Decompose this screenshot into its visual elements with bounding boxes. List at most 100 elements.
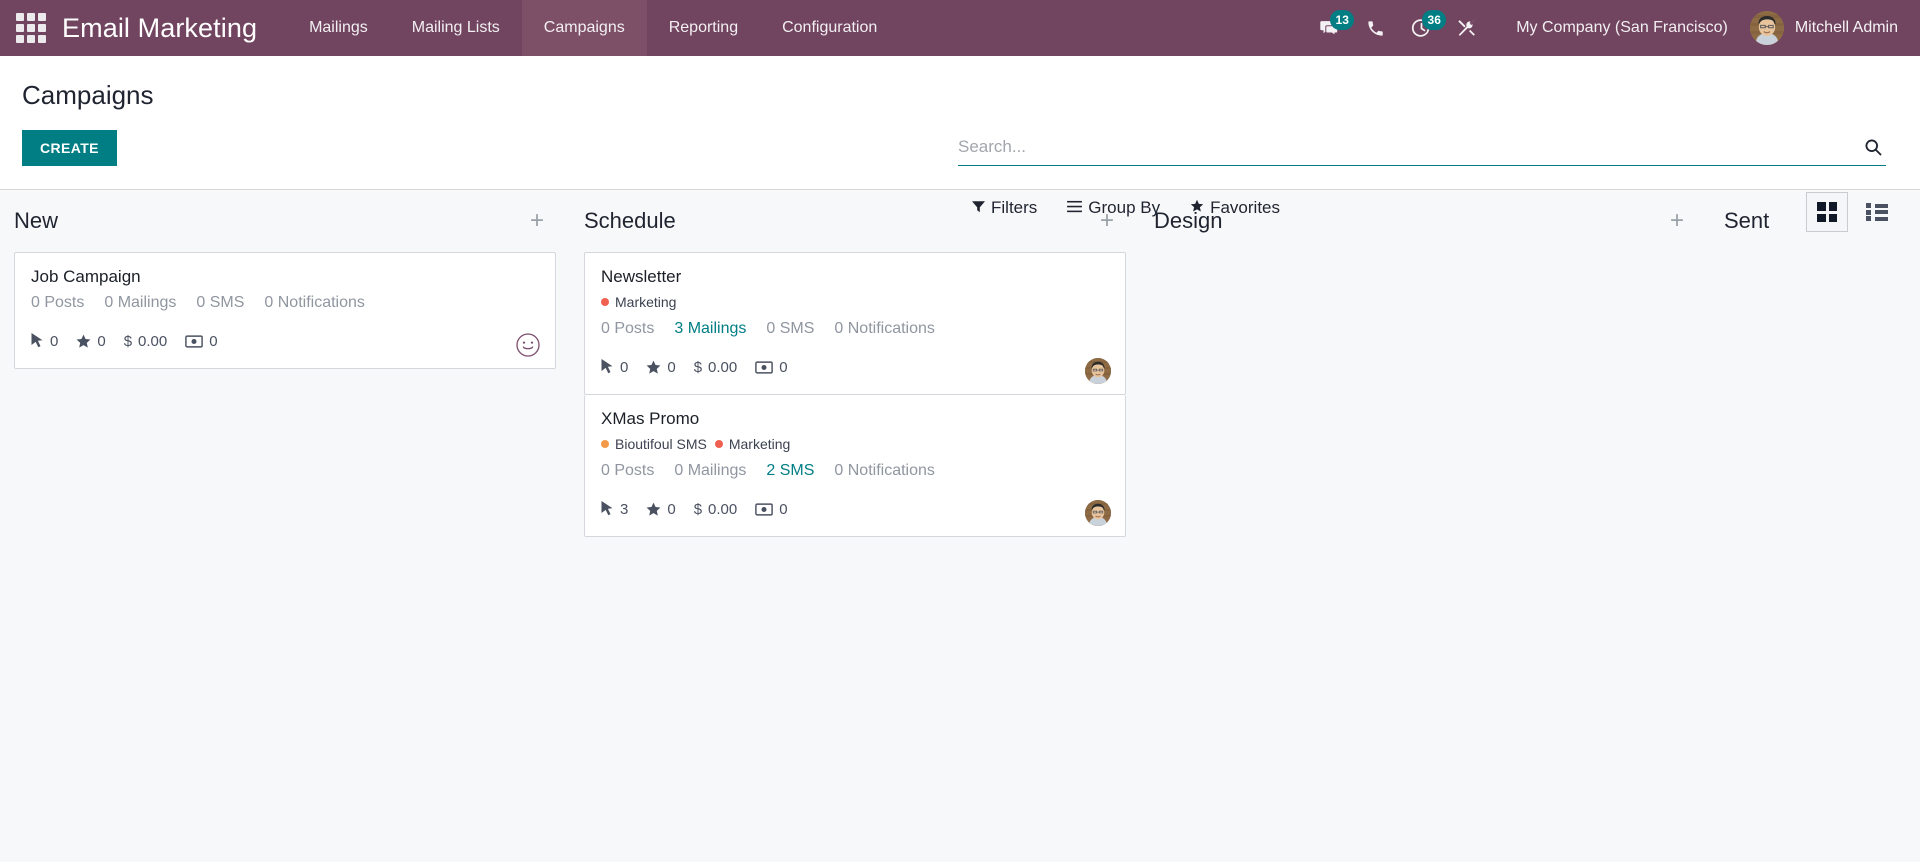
developer-tools-icon[interactable] xyxy=(1444,8,1490,48)
metric-clicks: 0 xyxy=(601,359,628,376)
apps-grid-cell xyxy=(16,24,24,32)
star-leads-icon xyxy=(646,360,661,375)
card-stats: 0 Posts 3 Mailings 0 SMS 0 Notifications xyxy=(601,320,1109,338)
apps-grid-cell xyxy=(27,13,35,21)
stat-sms[interactable]: 0 SMS xyxy=(196,294,244,312)
app-brand-title[interactable]: Email Marketing xyxy=(62,13,257,44)
menu-item-campaigns[interactable]: Campaigns xyxy=(521,0,647,56)
avatar xyxy=(1749,11,1784,45)
tag-color-dot xyxy=(601,440,609,448)
kanban-column-header: Design + xyxy=(1154,190,1696,252)
stat-sms[interactable]: 2 SMS xyxy=(766,462,814,480)
stat-notifications[interactable]: 0 Notifications xyxy=(834,320,935,338)
messages-icon[interactable]: 13 xyxy=(1306,8,1355,48)
metric-leads-value: 0 xyxy=(667,358,676,376)
card-tag[interactable]: Marketing xyxy=(714,436,790,452)
kanban-card[interactable]: Job Campaign 0 Posts 0 Mailings 0 SMS 0 … xyxy=(14,252,556,369)
metric-revenue: 0 xyxy=(185,332,218,350)
cursor-clicks-icon xyxy=(601,359,614,375)
metric-clicks: 3 xyxy=(601,501,628,518)
card-title: XMas Promo xyxy=(601,409,700,428)
metric-leads: 0 xyxy=(646,358,676,376)
card-tags: Bioutifoul SMS Marketing xyxy=(601,436,1109,452)
metric-amount: $ 0.00 xyxy=(124,333,168,350)
stat-posts[interactable]: 0 Posts xyxy=(601,462,654,480)
metric-revenue: 0 xyxy=(755,500,788,518)
add-card-button[interactable]: + xyxy=(1094,209,1120,233)
stat-notifications[interactable]: 0 Notifications xyxy=(264,294,365,312)
kanban-column-title: Design xyxy=(1154,208,1223,233)
metric-amount: $ 0.00 xyxy=(694,359,738,376)
cursor-clicks-icon xyxy=(601,501,614,517)
navbar-right-tools: 13 36 My Company (San Francisco) Mitchel… xyxy=(1306,8,1898,48)
kanban-column-header: Sent xyxy=(1724,190,1920,252)
card-stats: 0 Posts 0 Mailings 0 SMS 0 Notifications xyxy=(31,294,539,312)
star-leads-icon xyxy=(76,334,91,349)
metric-revenue-value: 0 xyxy=(779,500,788,518)
metric-amount-value: 0.00 xyxy=(708,500,738,518)
create-button[interactable]: CREATE xyxy=(22,130,117,166)
top-navbar: Email Marketing Mailings Mailing Lists C… xyxy=(0,0,1920,56)
search-icon[interactable] xyxy=(1860,134,1886,160)
user-menu[interactable]: Mitchell Admin xyxy=(1744,11,1898,45)
stat-mailings[interactable]: 0 Mailings xyxy=(674,462,746,480)
activities-badge: 36 xyxy=(1422,10,1447,30)
metric-clicks-value: 0 xyxy=(620,358,629,376)
add-card-button[interactable]: + xyxy=(524,209,550,233)
stat-sms[interactable]: 0 SMS xyxy=(766,320,814,338)
search-area xyxy=(958,134,1886,166)
phone-icon[interactable] xyxy=(1352,8,1398,48)
control-panel: Campaigns CREATE Filters Group By xyxy=(0,56,1920,232)
avatar[interactable] xyxy=(1085,500,1111,526)
kanban-card[interactable]: Newsletter Marketing 0 Posts 3 Mailings … xyxy=(584,252,1126,395)
card-tags: Marketing xyxy=(601,294,1109,310)
menu-item-mailing-lists[interactable]: Mailing Lists xyxy=(390,0,522,56)
stat-posts[interactable]: 0 Posts xyxy=(31,294,84,312)
apps-grid-cell xyxy=(16,13,24,21)
metric-revenue: 0 xyxy=(755,358,788,376)
menu-item-reporting[interactable]: Reporting xyxy=(647,0,760,56)
apps-grid-icon[interactable] xyxy=(16,13,46,43)
card-tag[interactable]: Marketing xyxy=(601,294,676,310)
kanban-column-schedule: Schedule + Newsletter Marketing 0 Posts … xyxy=(570,190,1140,862)
apps-grid-cell xyxy=(27,24,35,32)
menu-item-mailings[interactable]: Mailings xyxy=(287,0,390,56)
metric-clicks-value: 3 xyxy=(620,500,629,518)
metric-amount-value: 0.00 xyxy=(138,332,168,350)
activities-clock-icon[interactable]: 36 xyxy=(1398,8,1447,48)
card-title: Job Campaign xyxy=(31,267,141,286)
add-card-button[interactable]: + xyxy=(1664,209,1690,233)
dollar-icon: $ xyxy=(693,358,703,376)
apps-grid-cell xyxy=(16,35,24,43)
stat-posts[interactable]: 0 Posts xyxy=(601,320,654,338)
card-stats: 0 Posts 0 Mailings 2 SMS 0 Notifications xyxy=(601,462,1109,480)
messages-badge: 13 xyxy=(1330,10,1355,30)
metric-revenue-value: 0 xyxy=(209,332,218,350)
page-title: Campaigns xyxy=(22,80,154,110)
metric-leads: 0 xyxy=(646,501,676,518)
kanban-board: New + Job Campaign 0 Posts 0 Mailings 0 … xyxy=(0,190,1920,862)
avatar[interactable] xyxy=(1085,358,1111,384)
metric-leads: 0 xyxy=(76,332,106,350)
menu-item-configuration[interactable]: Configuration xyxy=(760,0,899,56)
metric-leads-value: 0 xyxy=(97,332,106,350)
cursor-clicks-icon xyxy=(31,333,44,349)
company-selector[interactable]: My Company (San Francisco) xyxy=(1490,19,1744,37)
stat-mailings[interactable]: 0 Mailings xyxy=(104,294,176,312)
stat-mailings[interactable]: 3 Mailings xyxy=(674,320,746,338)
search-input[interactable] xyxy=(958,137,1860,157)
kanban-column-header: New + xyxy=(14,190,556,252)
kanban-card[interactable]: XMas Promo Bioutifoul SMS Marketing 0 Po… xyxy=(584,395,1126,537)
metric-amount-value: 0.00 xyxy=(708,358,738,376)
metric-revenue-value: 0 xyxy=(779,358,788,376)
tag-label: Marketing xyxy=(615,294,677,310)
card-metrics: 0 0 $ 0.00 0 xyxy=(31,326,539,356)
banknote-revenue-icon xyxy=(755,502,774,516)
kanban-column-title: Schedule xyxy=(584,208,676,233)
smiley-placeholder-avatar[interactable] xyxy=(515,332,541,358)
kanban-column-new: New + Job Campaign 0 Posts 0 Mailings 0 … xyxy=(0,190,570,862)
dollar-icon: $ xyxy=(123,332,133,350)
card-tag[interactable]: Bioutifoul SMS xyxy=(601,436,707,452)
stat-notifications[interactable]: 0 Notifications xyxy=(834,462,935,480)
star-leads-icon xyxy=(646,502,661,517)
